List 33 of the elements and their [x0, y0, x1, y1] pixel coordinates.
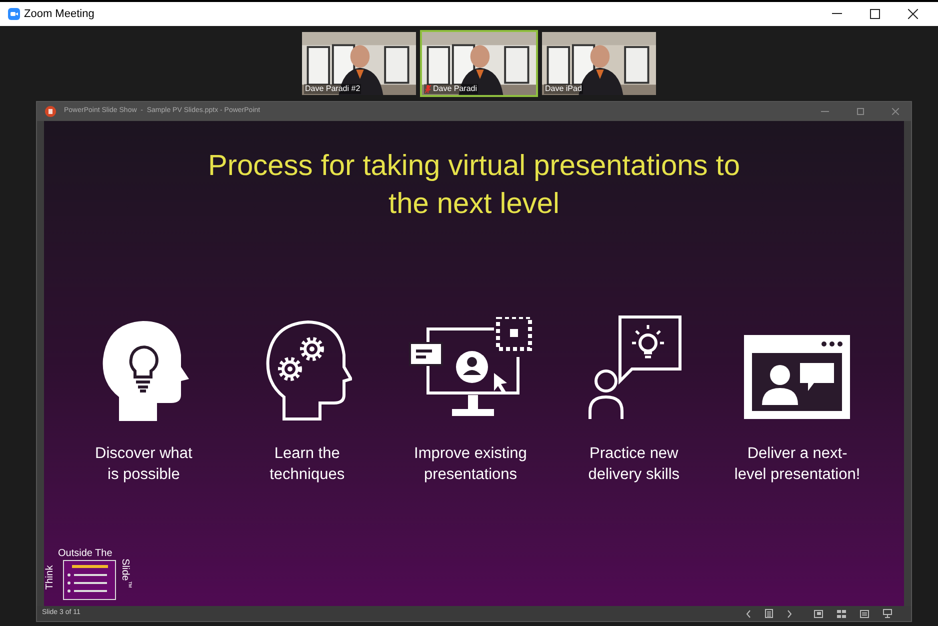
slide-title: Process for taking virtual presentations to the next level [207, 149, 741, 222]
close-icon [908, 9, 918, 19]
maximize-icon [857, 108, 864, 115]
slide-list-icon[interactable] [765, 609, 773, 618]
normal-view-icon[interactable] [814, 610, 823, 618]
app-logo-icon [45, 106, 56, 117]
reading-view-icon[interactable] [860, 610, 869, 618]
grid-view-icon[interactable] [837, 610, 846, 618]
next-icon[interactable] [787, 610, 792, 618]
video-tile[interactable]: Dave iPad [540, 30, 658, 97]
logo-text: Think [44, 565, 56, 590]
minimize-icon [832, 13, 842, 15]
logo-text: Outside The [58, 548, 112, 559]
video-tile[interactable]: Dave Paradi [420, 30, 538, 97]
video-call-icon [742, 333, 852, 421]
list-logo-icon [63, 560, 116, 600]
participant-name: Dave Paradi [433, 84, 478, 94]
step-label: Practice new delivery skills [587, 444, 681, 485]
step-label: Deliver a next- level presentation! [733, 444, 862, 485]
previous-icon[interactable] [746, 610, 751, 618]
video-tile[interactable]: Dave Paradi #2 [300, 30, 418, 97]
close-icon [892, 108, 899, 115]
presenter-view-icon[interactable] [883, 609, 892, 618]
app-logo-icon [8, 8, 20, 20]
speech-person-icon [586, 313, 682, 421]
window-title: Zoom Meeting [24, 6, 94, 22]
maximize-icon [870, 9, 880, 19]
participant-name: Dave Paradi #2 [305, 84, 360, 94]
participant-name: Dave iPad [545, 84, 582, 94]
step-label: Discover what is possible [94, 444, 194, 485]
step-label: Improve existing presentations [413, 444, 528, 485]
minimize-icon [821, 111, 829, 112]
step-label: Learn the techniques [268, 444, 346, 485]
